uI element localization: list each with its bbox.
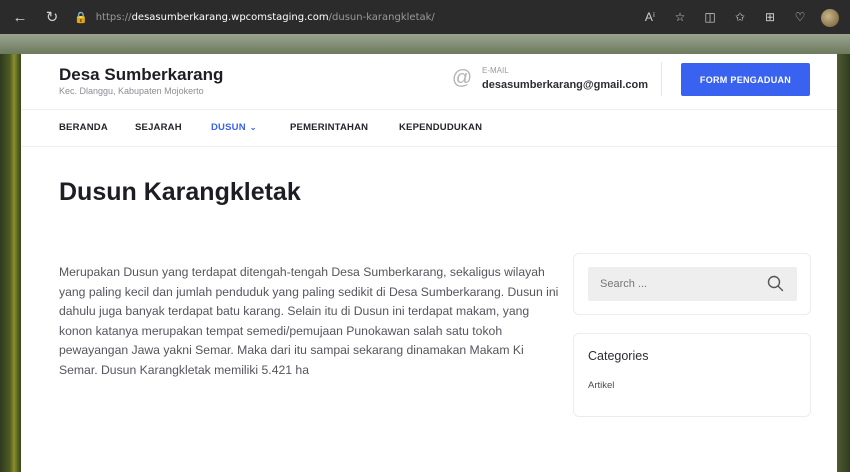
nav-item-kependudukan[interactable]: KEPENDUDUKAN: [399, 122, 482, 133]
category-link-artikel[interactable]: Artikel: [588, 380, 614, 391]
back-icon[interactable]: ←: [8, 5, 32, 29]
form-pengaduan-button[interactable]: FORM PENGADUAN: [681, 63, 810, 96]
collections-icon[interactable]: ⊞: [760, 6, 780, 28]
nav-item-pemerintahan[interactable]: PEMERINTAHAN: [290, 122, 368, 133]
header-divider: [661, 62, 662, 96]
categories-widget: Categories Artikel: [573, 333, 811, 417]
browser-toolbar: ← ↻ 🔒 https:// desasumberkarang.wpcomsta…: [0, 0, 850, 34]
chevron-down-icon: ⌄: [249, 123, 257, 132]
search-widget: [573, 253, 811, 315]
categories-title: Categories: [588, 349, 649, 363]
split-screen-icon[interactable]: ◫: [700, 6, 720, 28]
extensions-icon[interactable]: ♡: [790, 6, 810, 28]
nav-item-dusun-label: DUSUN: [211, 122, 246, 133]
profile-avatar[interactable]: [820, 6, 840, 28]
read-aloud-icon[interactable]: Aⁱ: [640, 6, 660, 28]
background-sky: [0, 34, 850, 54]
main-nav: BERANDA SEJARAH DUSUN ⌄ PEMERINTAHAN KEPE…: [21, 109, 837, 147]
page-title: Dusun Karangkletak: [59, 178, 301, 206]
site-subtitle: Kec. Dlanggu, Kabupaten Mojokerto: [59, 86, 204, 96]
address-bar[interactable]: 🔒 https:// desasumberkarang.wpcomstaging…: [74, 6, 435, 28]
nav-item-beranda[interactable]: BERANDA: [59, 122, 108, 133]
email-at-icon: @: [451, 67, 473, 89]
refresh-icon[interactable]: ↻: [40, 5, 64, 29]
page-container: Desa Sumberkarang Kec. Dlanggu, Kabupate…: [21, 54, 837, 472]
url-protocol: https://: [95, 11, 132, 23]
favorites-icon[interactable]: ✩: [730, 6, 750, 28]
lock-icon: 🔒: [74, 10, 88, 24]
site-title[interactable]: Desa Sumberkarang: [59, 65, 223, 85]
url-domain: desasumberkarang.wpcomstaging.com: [131, 11, 329, 23]
search-icon[interactable]: [766, 273, 786, 295]
url-path: /dusun-karangkletak/: [328, 11, 435, 23]
nav-item-dusun[interactable]: DUSUN ⌄: [211, 122, 257, 133]
favorite-star-icon[interactable]: ☆: [670, 6, 690, 28]
email-value[interactable]: desasumberkarang@gmail.com: [482, 79, 648, 91]
site-header: Desa Sumberkarang Kec. Dlanggu, Kabupate…: [21, 54, 837, 109]
email-label: E-MAIL: [482, 66, 509, 75]
article-body: Merupakan Dusun yang terdapat ditengah-t…: [59, 265, 559, 377]
nav-item-sejarah[interactable]: SEJARAH: [135, 122, 182, 133]
browser-actions: Aⁱ ☆ ◫ ✩ ⊞ ♡: [640, 6, 840, 28]
